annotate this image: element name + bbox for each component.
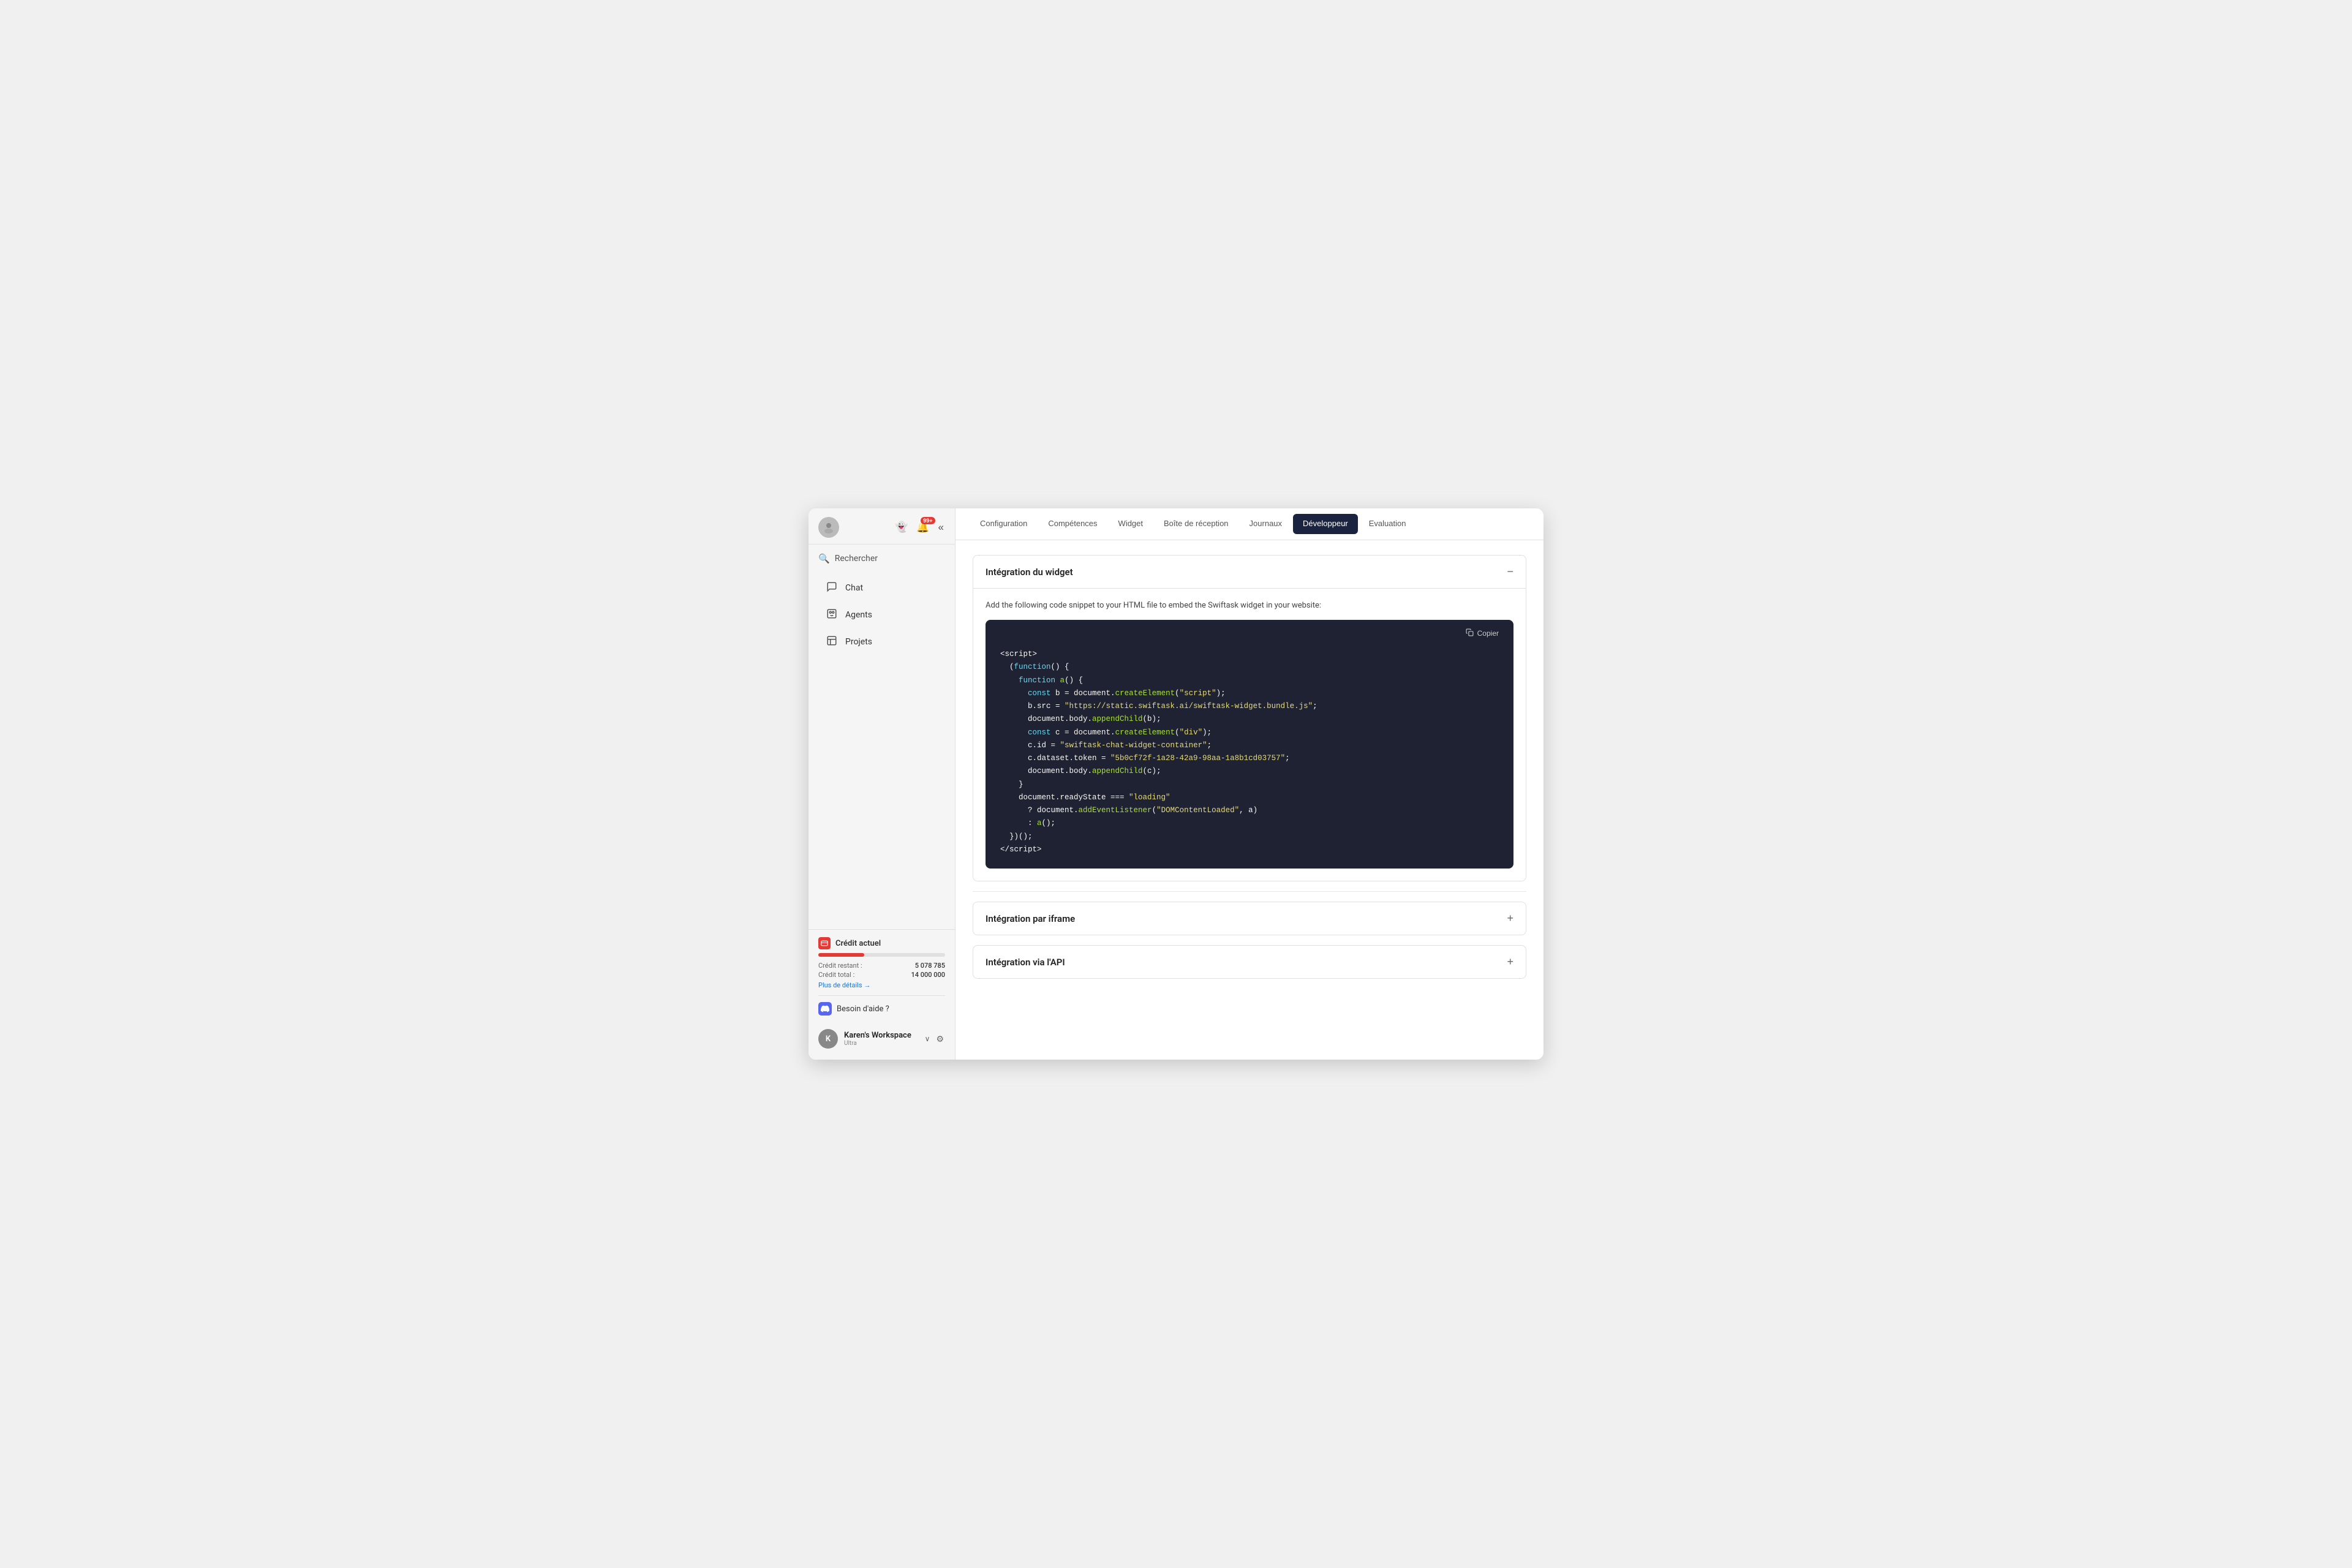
- widget-integration-card: Intégration du widget − Add the followin…: [973, 555, 1526, 881]
- credit-remaining-label: Crédit restant :: [818, 962, 862, 970]
- iframe-integration-toggle[interactable]: +: [1507, 912, 1513, 925]
- search-label: Rechercher: [835, 554, 878, 564]
- chevron-left-icon: «: [938, 521, 944, 533]
- credit-bar: [818, 953, 945, 957]
- copy-button[interactable]: Copier: [1461, 626, 1504, 641]
- code-content: <script> (function() { function a() { co…: [986, 643, 1513, 869]
- sidebar-search[interactable]: 🔍 Rechercher: [809, 545, 955, 569]
- sidebar-bottom: Crédit actuel Crédit restant : 5 078 785…: [809, 929, 955, 1060]
- credit-remaining-value: 5 078 785: [915, 962, 945, 970]
- credit-total-value: 14 000 000: [911, 971, 945, 979]
- notification-badge: 99+: [921, 517, 935, 524]
- credit-bar-fill: [818, 953, 864, 957]
- widget-integration-description: Add the following code snippet to your H…: [986, 601, 1513, 610]
- sidebar-top-icons: 👻 🔔 99+ «: [894, 520, 945, 535]
- search-icon: 🔍: [818, 553, 830, 564]
- workspace-name: Karen's Workspace: [844, 1031, 918, 1040]
- workspace-plan: Ultra: [844, 1040, 918, 1047]
- iframe-integration-card: Intégration par iframe +: [973, 902, 1526, 935]
- help-section[interactable]: Besoin d'aide ?: [818, 995, 945, 1020]
- discord-icon: [818, 1002, 832, 1016]
- workspace-avatar: K: [818, 1029, 838, 1049]
- ghost-icon-button[interactable]: 👻: [894, 520, 909, 535]
- workspace-chevron-button[interactable]: ∨: [924, 1033, 932, 1044]
- code-block: Copier <script> (function() { function a…: [986, 620, 1513, 869]
- gear-icon: ⚙: [936, 1034, 944, 1044]
- credit-title: Crédit actuel: [835, 939, 881, 948]
- widget-integration-header[interactable]: Intégration du widget −: [973, 556, 1526, 589]
- help-label: Besoin d'aide ?: [837, 1005, 889, 1014]
- api-integration-title: Intégration via l'API: [986, 957, 1065, 968]
- credit-icon: [818, 937, 831, 949]
- sidebar-item-chat[interactable]: Chat: [813, 575, 950, 601]
- credit-total-label: Crédit total :: [818, 971, 854, 979]
- sidebar-item-agents-label: Agents: [845, 610, 872, 620]
- avatar: [818, 517, 839, 538]
- sidebar-item-agents[interactable]: Agents: [813, 602, 950, 628]
- sidebar-top: 👻 🔔 99+ «: [809, 508, 955, 545]
- chevron-down-icon: ∨: [925, 1035, 930, 1043]
- top-nav: Configuration Compétences Widget Boîte d…: [956, 508, 1544, 540]
- projects-icon: [826, 635, 838, 649]
- workspace-settings-button[interactable]: ⚙: [935, 1033, 945, 1046]
- arrow-right-icon: →: [864, 981, 871, 989]
- tab-boite[interactable]: Boîte de réception: [1154, 510, 1238, 538]
- tab-configuration[interactable]: Configuration: [970, 510, 1037, 538]
- page-body: Intégration du widget − Add the followin…: [956, 540, 1544, 1060]
- tab-journaux[interactable]: Journaux: [1240, 510, 1292, 538]
- app-window: 👻 🔔 99+ « 🔍 Rechercher: [809, 508, 1544, 1060]
- tab-developpeur[interactable]: Développeur: [1293, 514, 1358, 534]
- api-integration-toggle[interactable]: +: [1507, 956, 1513, 968]
- tab-evaluation[interactable]: Evaluation: [1359, 510, 1416, 538]
- divider-1: [973, 891, 1526, 892]
- code-block-header: Copier: [986, 620, 1513, 643]
- sidebar-item-projects-label: Projets: [845, 637, 872, 647]
- collapse-button[interactable]: «: [937, 520, 945, 535]
- workspace-row[interactable]: K Karen's Workspace Ultra ∨ ⚙: [818, 1025, 945, 1052]
- credit-total-row: Crédit total : 14 000 000: [818, 971, 945, 979]
- agents-icon: [826, 608, 838, 622]
- iframe-integration-title: Intégration par iframe: [986, 913, 1075, 924]
- credit-section: Crédit actuel Crédit restant : 5 078 785…: [818, 937, 945, 989]
- credit-header: Crédit actuel: [818, 937, 945, 949]
- sidebar-nav: Chat Agents: [809, 569, 955, 929]
- token-value: "5b0cf72f-1a28-42a9-98aa-1a8b1cd03757": [1110, 754, 1285, 763]
- notification-button[interactable]: 🔔 99+: [915, 520, 930, 535]
- widget-integration-body: Add the following code snippet to your H…: [973, 589, 1526, 881]
- credit-remaining-row: Crédit restant : 5 078 785: [818, 962, 945, 970]
- main-content: Configuration Compétences Widget Boîte d…: [956, 508, 1544, 1060]
- tab-competences[interactable]: Compétences: [1038, 510, 1107, 538]
- sidebar: 👻 🔔 99+ « 🔍 Rechercher: [809, 508, 956, 1060]
- api-integration-header[interactable]: Intégration via l'API +: [973, 946, 1526, 978]
- widget-integration-title: Intégration du widget: [986, 567, 1073, 578]
- api-integration-card: Intégration via l'API +: [973, 945, 1526, 979]
- credit-details-link[interactable]: Plus de détails →: [818, 981, 945, 989]
- copy-icon: [1466, 628, 1474, 638]
- ghost-icon: 👻: [895, 521, 908, 533]
- iframe-integration-header[interactable]: Intégration par iframe +: [973, 902, 1526, 935]
- sidebar-item-projects[interactable]: Projets: [813, 629, 950, 655]
- workspace-actions: ∨ ⚙: [924, 1033, 945, 1046]
- workspace-info: Karen's Workspace Ultra: [844, 1031, 918, 1047]
- tab-widget[interactable]: Widget: [1109, 510, 1153, 538]
- sidebar-item-chat-label: Chat: [845, 583, 863, 593]
- widget-integration-toggle[interactable]: −: [1507, 565, 1513, 578]
- chat-icon: [826, 581, 838, 595]
